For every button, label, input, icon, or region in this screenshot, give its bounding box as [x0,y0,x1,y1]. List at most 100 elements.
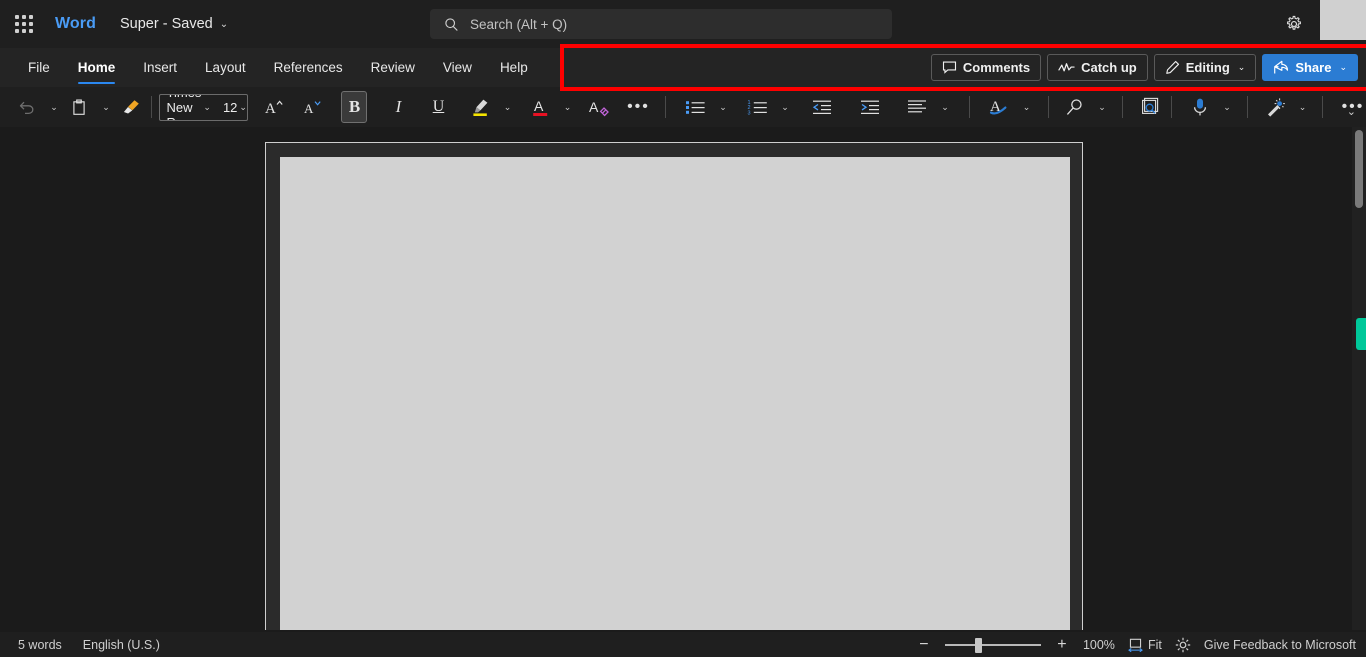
highlight-dropdown[interactable]: ⌄ [493,92,519,122]
undo-dropdown[interactable]: ⌄ [40,92,66,122]
ribbon-tabs: File Home Insert Layout References Revie… [0,48,542,87]
comments-button[interactable]: Comments [930,54,1042,81]
zoom-in-button[interactable]: + [1054,636,1070,652]
scrollbar-thumb[interactable] [1355,130,1363,208]
chevron-down-icon: ⌄ [719,101,727,112]
zoom-slider-track [944,643,1041,646]
tab-review[interactable]: Review [357,48,429,87]
editor-button[interactable] [1137,92,1163,122]
font-size-select[interactable]: 12 ⌄ [216,95,248,120]
tab-insert[interactable]: Insert [129,48,191,87]
editor-icon [1140,97,1161,117]
dictate-dropdown[interactable]: ⌄ [1213,92,1239,122]
tab-home[interactable]: Home [64,48,130,87]
bold-button[interactable]: B [341,91,368,123]
tab-references[interactable]: References [260,48,357,87]
ribbon-tab-bar: File Home Insert Layout References Revie… [0,48,1366,87]
font-size-value: 12 [222,99,238,115]
numbered-list-dropdown[interactable]: ⌄ [771,92,797,122]
tab-view[interactable]: View [429,48,486,87]
numbered-list-icon: 1 2 3 [747,98,769,116]
zoom-slider-thumb[interactable] [974,637,982,653]
font-name-value: Times New Ro... [166,95,202,120]
feedback-link[interactable]: Give Feedback to Microsoft [1204,638,1356,652]
designer-icon [1265,97,1286,117]
document-title-button[interactable]: Super - Saved ⌄ [120,16,228,32]
pencil-icon [1165,60,1180,75]
find-dropdown[interactable]: ⌄ [1088,92,1114,122]
align-button[interactable] [905,92,931,122]
dictate-icon [1192,97,1208,117]
document-page[interactable] [265,142,1083,630]
editing-mode-button[interactable]: Editing ⌄ [1153,54,1257,81]
focus-icon [1175,637,1191,653]
ribbon-actions: Comments Catch up Editing ⌄ Share ⌄ [930,48,1358,87]
share-button[interactable]: Share ⌄ [1262,54,1358,81]
tab-help[interactable]: Help [486,48,542,87]
paste-dropdown[interactable]: ⌄ [92,92,118,122]
increase-indent-button[interactable] [857,92,883,122]
font-name-select[interactable]: Times New Ro... ⌄ [160,95,216,120]
underline-label: U [432,98,445,115]
numbered-list-button[interactable]: 1 2 3 [745,92,771,122]
document-page-content[interactable] [280,157,1070,630]
title-bar: Word Super - Saved ⌄ Search (Alt + Q) [0,0,1366,48]
format-painter-icon [121,98,141,116]
bullet-list-icon [685,98,706,116]
tab-layout[interactable]: Layout [191,48,260,87]
shrink-font-button[interactable]: A [301,92,327,122]
settings-button[interactable] [1282,12,1306,36]
text-highlight-button[interactable] [467,92,493,122]
designer-button[interactable] [1262,92,1288,122]
bullet-list-dropdown[interactable]: ⌄ [709,92,735,122]
bullet-list-button[interactable] [683,92,709,122]
undo-button[interactable] [14,92,40,122]
catch-up-label: Catch up [1081,60,1137,75]
chevron-down-icon: ⌄ [1237,62,1246,72]
more-font-options-button[interactable]: ••• [625,92,651,122]
vertical-scrollbar[interactable] [1352,127,1366,630]
find-icon [1065,98,1084,117]
status-bar-right: − + 100% Fit Give Feedback to Microsoft [916,636,1356,653]
grow-font-icon: A [264,98,286,116]
zoom-level[interactable]: 100% [1083,638,1115,652]
fit-label: Fit [1147,637,1162,652]
dictate-button[interactable] [1187,92,1213,122]
app-name-word[interactable]: Word [55,15,96,33]
fit-button[interactable]: Fit [1128,638,1162,652]
document-canvas[interactable] [0,127,1366,630]
toolbar-divider [1048,96,1049,118]
tab-file[interactable]: File [14,48,64,87]
undo-icon [18,99,36,115]
align-dropdown[interactable]: ⌄ [931,92,957,122]
italic-button[interactable]: I [385,92,411,122]
font-color-dropdown[interactable]: ⌄ [553,92,579,122]
text-highlight-icon [470,97,491,117]
focus-mode-button[interactable] [1175,637,1191,653]
zoom-out-button[interactable]: − [916,636,932,652]
font-color-button[interactable]: A [527,92,553,122]
styles-button[interactable]: A [986,92,1012,122]
chevron-down-icon: ⌄ [102,101,110,112]
catch-up-button[interactable]: Catch up [1047,54,1148,81]
paste-button[interactable] [66,92,92,122]
formatting-toolbar: ⌄ ⌄ Times New Ro... ⌄ 12 ⌄ [0,87,1366,127]
find-button[interactable] [1062,92,1088,122]
zoom-slider[interactable] [944,637,1041,653]
collapse-ribbon-button[interactable]: ⌄ [1347,105,1356,118]
decrease-indent-button[interactable] [809,92,835,122]
svg-text:A: A [304,101,314,116]
clear-formatting-icon: A [589,97,611,117]
grow-font-button[interactable]: A [262,92,288,122]
language-indicator[interactable]: English (U.S.) [83,638,160,652]
underline-button[interactable]: U [425,92,451,122]
app-launcher-button[interactable] [6,6,42,42]
scroll-marker[interactable] [1356,318,1366,350]
search-input[interactable]: Search (Alt + Q) [430,9,892,39]
chevron-down-icon: ⌄ [203,101,211,112]
clear-formatting-button[interactable]: A [587,92,613,122]
format-painter-button[interactable] [118,92,144,122]
designer-dropdown[interactable]: ⌄ [1288,92,1314,122]
word-count[interactable]: 5 words [18,638,62,652]
styles-dropdown[interactable]: ⌄ [1012,92,1038,122]
